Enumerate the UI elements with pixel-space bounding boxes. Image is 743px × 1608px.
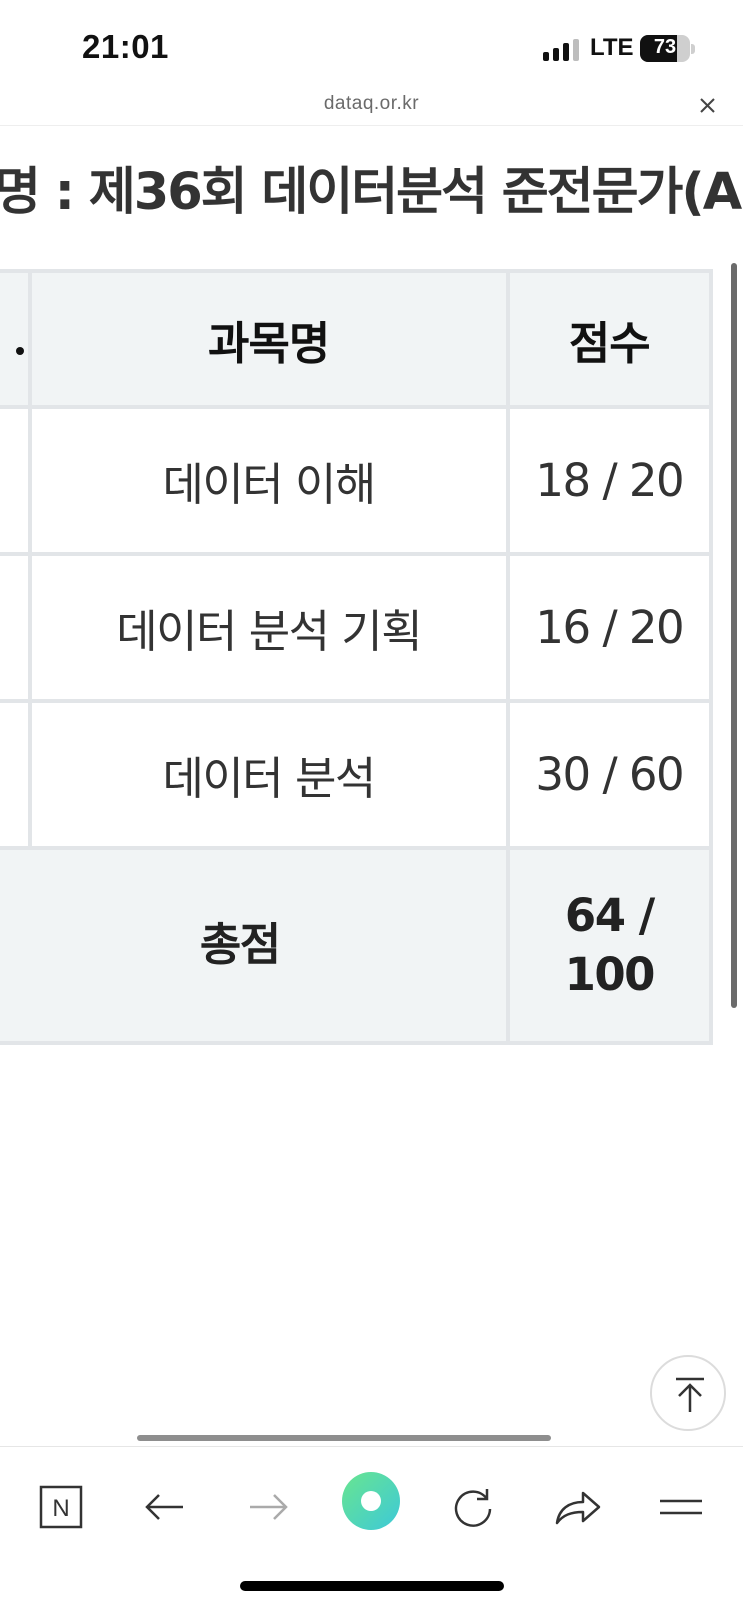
score-cell: 30 / 60 (505, 699, 714, 850)
page-scrollbar[interactable] (731, 263, 737, 1008)
total-score: 64 / 100 (505, 846, 714, 1045)
scroll-to-top-button[interactable] (650, 1355, 726, 1431)
total-label: 총점 (0, 846, 510, 1045)
url-bar[interactable]: dataq.or.kr (0, 92, 743, 126)
header-cell-hidden (0, 269, 32, 409)
naver-home-icon[interactable]: N (31, 1477, 91, 1537)
status-time: 21:01 (82, 28, 169, 65)
page-heading: 명 : 제36회 데이터분석 준전문가(A (0, 163, 742, 222)
back-arrow-icon[interactable] (135, 1477, 195, 1537)
header-subject: 과목명 (27, 269, 510, 409)
share-icon[interactable] (547, 1477, 607, 1537)
total-score-line2: 100 (564, 947, 656, 1001)
battery-cap (691, 44, 695, 54)
svg-text:N: N (52, 1495, 69, 1522)
arrow-up-icon (676, 1377, 704, 1412)
header-score: 점수 (505, 269, 714, 409)
table-header-row: 과목명 점수 (0, 269, 714, 409)
subject-cell: 데이터 분석 기획 (27, 552, 510, 703)
close-icon[interactable] (692, 92, 722, 122)
total-score-line1: 64 / (564, 889, 655, 942)
subject-cell: 데이터 분석 (27, 699, 510, 850)
subject-cell: 데이터 이해 (27, 405, 510, 556)
menu-icon[interactable] (651, 1477, 711, 1537)
total-row: 총점 64 / 100 (0, 846, 714, 1045)
reload-icon[interactable] (443, 1477, 503, 1537)
signal-strength-icon (543, 39, 581, 61)
horizontal-scrollbar[interactable] (137, 1435, 551, 1441)
forward-arrow-icon[interactable] (238, 1477, 298, 1537)
bottom-toolbar: N (0, 1446, 743, 1556)
status-bar: 21:01 LTE 73 (0, 0, 743, 92)
table-row: 데이터 이해 18 / 20 (0, 405, 714, 556)
url-domain[interactable]: dataq.or.kr (0, 93, 743, 115)
network-type: LTE (590, 34, 634, 61)
table-row: 데이터 분석 30 / 60 (0, 699, 714, 850)
score-cell: 18 / 20 (505, 405, 714, 556)
battery-level: 73 (653, 36, 677, 58)
score-table: 과목명 점수 데이터 이해 18 / 20 데이터 분석 기획 16 / 20 … (0, 269, 714, 1045)
score-cell: 16 / 20 (505, 552, 714, 703)
table-row: 데이터 분석 기획 16 / 20 (0, 552, 714, 703)
battery-icon: 73 (640, 35, 690, 62)
green-dot-icon[interactable] (341, 1471, 401, 1531)
home-indicator (240, 1581, 504, 1591)
